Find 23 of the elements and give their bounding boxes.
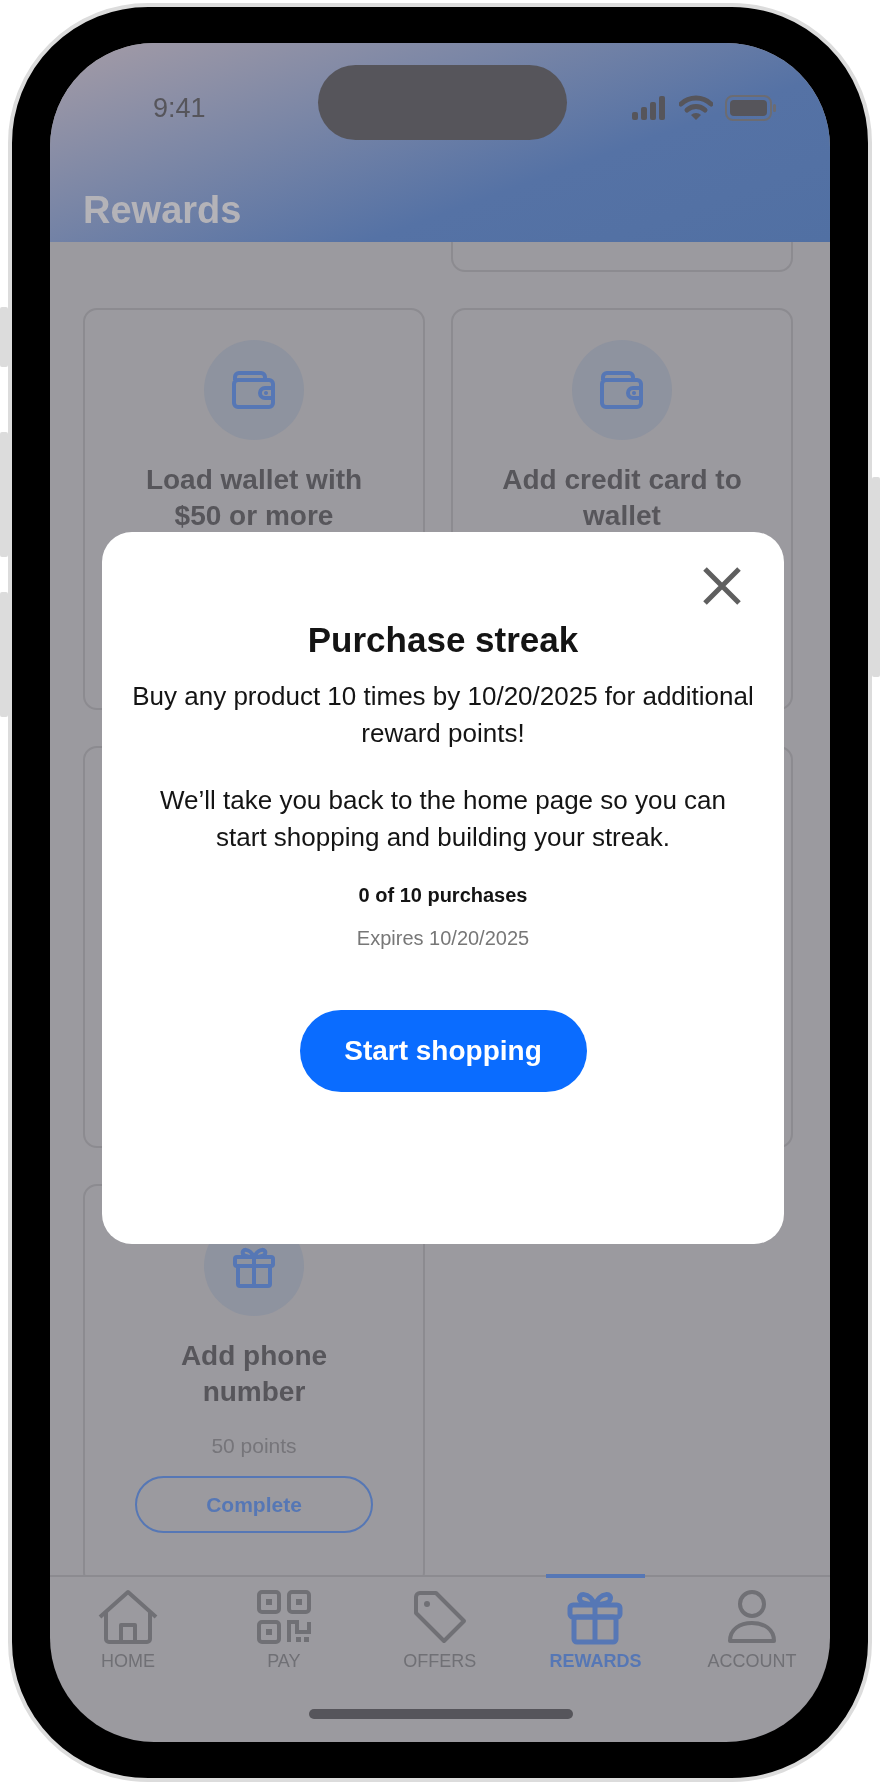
complete-button[interactable]: Complete	[135, 1476, 373, 1533]
task-title: Add credit card to wallet	[502, 463, 742, 533]
gift-icon	[567, 1589, 624, 1645]
wifi-icon	[679, 95, 713, 121]
signal-icon	[631, 96, 667, 120]
start-shopping-button[interactable]: Start shopping	[299, 1010, 587, 1092]
home-icon	[96, 1589, 159, 1645]
status-time: 9:41	[153, 92, 206, 124]
wallet-icon	[231, 370, 277, 410]
modal-text: Buy any product 10 times by 10/20/2025 for additional reward points!	[132, 680, 754, 750]
battery-icon	[725, 95, 777, 121]
modal-text: We’ll take you back to the home page so you can start shopping and building your streak.	[158, 784, 728, 854]
progress-text: 0 of 10 purchases	[358, 884, 528, 907]
modal-title: Purchase streak	[307, 620, 579, 660]
tag-icon	[411, 1589, 468, 1645]
task-title: Load wallet with $50 or more	[145, 463, 363, 533]
qr-code-icon	[255, 1589, 312, 1645]
task-title: Add phone number	[180, 1339, 328, 1409]
expiry-date: Expires 10/20/2025	[356, 927, 530, 950]
page-title: Rewards	[83, 189, 243, 232]
close-icon[interactable]	[702, 566, 742, 606]
tab-item[interactable]: REWARDS	[545, 1574, 646, 1672]
wallet-icon	[599, 370, 645, 410]
